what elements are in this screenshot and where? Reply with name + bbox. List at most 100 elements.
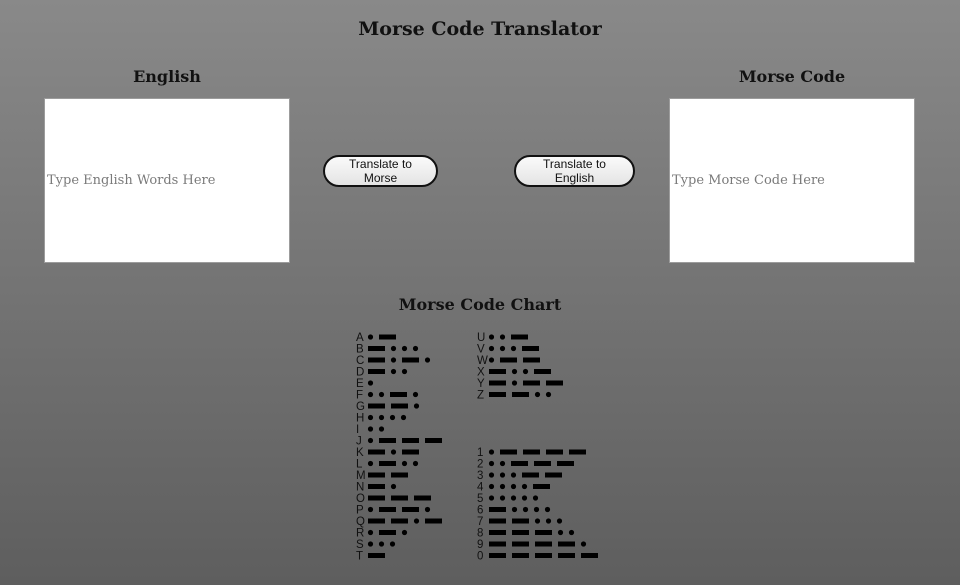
morse-dot	[521, 495, 528, 501]
chart-row-4: 4	[477, 482, 550, 494]
morse-dot	[378, 391, 385, 398]
chart-row-f: F	[356, 390, 419, 402]
morse-dot	[401, 345, 408, 352]
morse-dot	[510, 495, 517, 501]
morse-dot	[499, 460, 506, 467]
morse-input[interactable]	[669, 98, 915, 263]
chart-char-label: G	[356, 401, 365, 413]
morse-dash	[402, 438, 419, 443]
morse-dash	[558, 541, 575, 547]
chart-char-label: V	[477, 344, 485, 356]
morse-dash	[534, 369, 551, 374]
morse-dot	[499, 472, 506, 478]
morse-dash	[535, 553, 552, 558]
chart-char-label: T	[356, 551, 363, 563]
chart-char-label: 1	[477, 447, 483, 459]
morse-dash	[512, 541, 529, 547]
morse-dot	[378, 541, 385, 547]
morse-dot	[511, 368, 518, 375]
morse-dash	[379, 334, 396, 340]
chart-char-label: I	[356, 424, 359, 436]
morse-dot	[534, 518, 541, 524]
morse-dash	[379, 461, 396, 466]
chart-row-k: K	[356, 447, 419, 459]
chart-char-label: 9	[477, 539, 483, 551]
chart-row-3: 3	[477, 470, 562, 482]
morse-dot	[367, 414, 374, 421]
morse-dash	[368, 495, 385, 501]
chart-row-a: A	[356, 332, 396, 344]
morse-dot	[533, 506, 540, 513]
morse-dash	[546, 449, 563, 455]
chart-char-label: P	[356, 505, 364, 517]
chart-row-0: 0	[477, 551, 598, 563]
chart-char-label: Q	[356, 516, 365, 528]
morse-dash	[489, 369, 506, 374]
morse-dot	[412, 460, 419, 467]
chart-char-label: S	[356, 539, 364, 551]
chart-row-o: O	[356, 493, 431, 505]
chart-char-label: O	[356, 493, 365, 505]
chart-row-m: M	[356, 470, 408, 482]
morse-dash	[368, 518, 385, 524]
morse-dot	[401, 529, 408, 536]
english-input[interactable]	[44, 98, 290, 263]
morse-dash	[425, 518, 442, 524]
morse-dash	[379, 507, 396, 512]
morse-dash	[489, 530, 506, 535]
english-heading: English	[133, 67, 201, 86]
morse-dash	[489, 380, 506, 386]
morse-dash	[557, 461, 574, 466]
morse-dot	[488, 345, 495, 352]
morse-dot	[522, 368, 529, 375]
morse-dot	[390, 357, 397, 363]
morse-dot	[511, 506, 518, 513]
morse-dash	[581, 553, 598, 558]
chart-row-8: 8	[477, 528, 575, 540]
morse-dash	[558, 553, 575, 558]
morse-dash	[368, 449, 385, 455]
morse-dash	[523, 357, 540, 363]
morse-dash	[368, 369, 385, 374]
morse-dash	[535, 541, 552, 547]
translate-to-english-button[interactable]: Translate to English	[514, 155, 635, 187]
morse-dot	[413, 518, 420, 524]
morse-dot	[545, 518, 552, 524]
morse-dot	[389, 414, 396, 421]
morse-dash	[500, 449, 517, 455]
chart-row-j: J	[356, 436, 442, 448]
morse-dot	[424, 357, 431, 363]
morse-dot	[367, 460, 374, 467]
morse-dot	[390, 368, 397, 375]
morse-dot	[499, 334, 506, 340]
morse-dash	[511, 334, 528, 340]
morse-dot	[545, 391, 552, 398]
chart-char-label: 6	[477, 505, 483, 517]
chart-title: Morse Code Chart	[398, 295, 562, 314]
morse-dash	[535, 530, 552, 535]
chart-row-h: H	[356, 413, 407, 425]
morse-dash	[533, 484, 550, 489]
morse-dash	[402, 357, 419, 363]
chart-char-label: F	[356, 390, 363, 402]
chart-row-q: Q	[356, 516, 442, 528]
morse-dash	[511, 461, 528, 466]
chart-char-label: X	[477, 367, 485, 379]
morse-dash	[489, 518, 506, 524]
morse-dash	[402, 449, 419, 455]
morse-dot	[367, 380, 374, 386]
morse-dot	[499, 495, 506, 501]
morse-dot	[511, 380, 518, 386]
morse-dash	[390, 392, 407, 397]
morse-dash	[512, 553, 529, 558]
morse-dot	[400, 414, 407, 421]
chart-char-label: N	[356, 482, 364, 494]
morse-dot	[390, 345, 397, 352]
translate-to-morse-button[interactable]: Translate to Morse	[323, 155, 438, 187]
chart-row-t: T	[356, 551, 385, 563]
morse-dot	[488, 495, 495, 501]
chart-row-e: E	[356, 378, 374, 390]
morse-dot	[556, 518, 563, 524]
morse-dash	[522, 472, 539, 478]
chart-char-label: U	[477, 332, 485, 344]
